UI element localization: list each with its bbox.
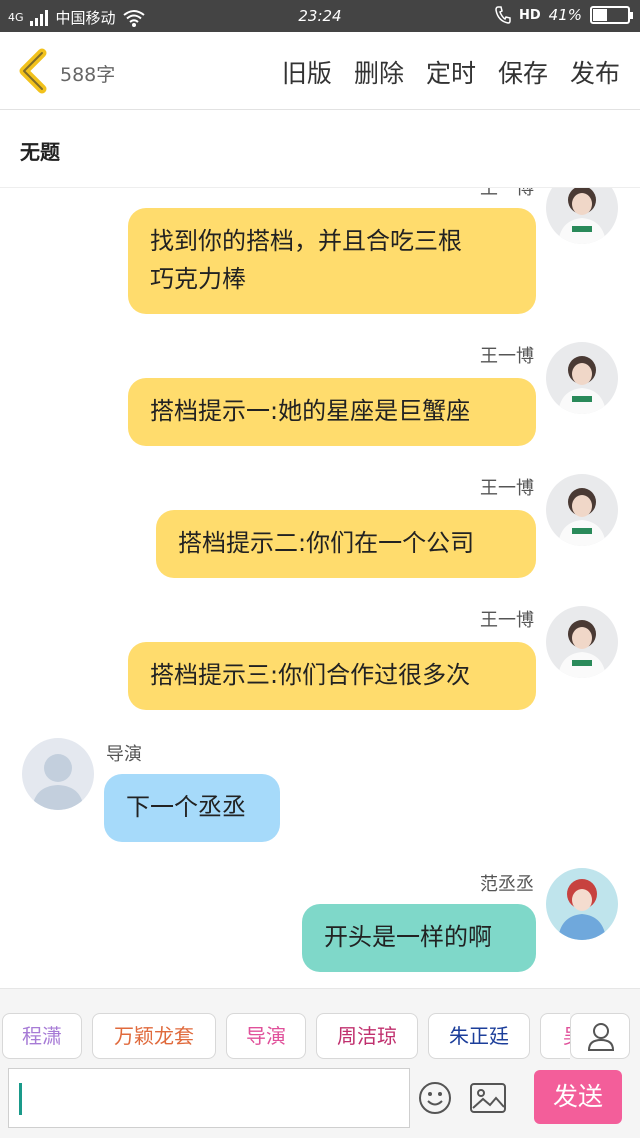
avatar-wang[interactable] bbox=[546, 188, 618, 244]
sender-name: 王一博 bbox=[480, 188, 534, 199]
role-chip[interactable]: 吴 bbox=[540, 1013, 570, 1059]
publish-button[interactable]: 发布 bbox=[570, 54, 620, 90]
emoji-icon[interactable] bbox=[418, 1081, 452, 1115]
role-chip[interactable]: 周洁琼 bbox=[316, 1013, 418, 1059]
message-text-line: 搭档提示三:你们合作过很多次 bbox=[150, 661, 471, 689]
role-chip[interactable]: 导演 bbox=[226, 1013, 306, 1059]
role-chip-row[interactable]: 程潇 万颖龙套 导演 周洁琼 朱正廷 吴 bbox=[0, 1013, 570, 1063]
title-field[interactable]: 无题 bbox=[0, 110, 640, 188]
word-count: 588字 bbox=[60, 64, 116, 86]
old-version-button[interactable]: 旧版 bbox=[282, 54, 332, 90]
avatar-wang[interactable] bbox=[546, 342, 618, 414]
role-chip-label: 周洁琼 bbox=[337, 1024, 397, 1048]
role-chip-label: 程潇 bbox=[22, 1024, 62, 1048]
avatar-wang[interactable] bbox=[546, 474, 618, 546]
message-bubble[interactable]: 开头是一样的啊 bbox=[302, 904, 536, 972]
editor-toolbar: 588字 旧版 删除 定时 保存 发布 bbox=[0, 32, 640, 110]
post-title: 无题 bbox=[20, 140, 60, 164]
chat-message[interactable]: 王一博 搭档提示三:你们合作过很多次 bbox=[0, 606, 640, 716]
avatar-director[interactable] bbox=[22, 738, 94, 810]
battery-percent: 41% bbox=[548, 6, 582, 24]
composer-panel: 程潇 万颖龙套 导演 周洁琼 朱正廷 吴 发送 bbox=[0, 988, 640, 1138]
role-chip[interactable]: 程潇 bbox=[2, 1013, 82, 1059]
message-bubble[interactable]: 搭档提示一:她的星座是巨蟹座 bbox=[128, 378, 536, 446]
schedule-button[interactable]: 定时 bbox=[426, 54, 476, 90]
battery-icon bbox=[590, 6, 633, 24]
delete-button[interactable]: 删除 bbox=[354, 54, 404, 90]
send-button[interactable]: 发送 bbox=[534, 1070, 622, 1124]
message-text-line: 找到你的搭档，并且合吃三根 bbox=[150, 227, 462, 255]
avatar-photo-icon bbox=[546, 606, 618, 678]
avatar-fan[interactable] bbox=[546, 868, 618, 940]
back-button[interactable] bbox=[14, 48, 54, 94]
image-icon[interactable] bbox=[470, 1083, 506, 1113]
chat-message[interactable]: 导演 下一个丞丞 bbox=[0, 738, 640, 848]
save-button[interactable]: 保存 bbox=[498, 54, 548, 90]
phone-icon bbox=[495, 6, 511, 24]
role-chip-label: 吴 bbox=[563, 1024, 570, 1048]
message-bubble[interactable]: 下一个丞丞 bbox=[104, 774, 280, 842]
sender-name: 王一博 bbox=[480, 478, 534, 499]
sender-name: 王一博 bbox=[480, 610, 534, 631]
message-text-line: 下一个丞丞 bbox=[126, 793, 246, 821]
message-text-line: 开头是一样的啊 bbox=[324, 923, 492, 951]
sender-name: 王一博 bbox=[480, 346, 534, 367]
message-text-line: 巧克力棒 bbox=[150, 265, 246, 293]
message-text-line: 搭档提示一:她的星座是巨蟹座 bbox=[150, 397, 471, 425]
back-arrow-icon bbox=[19, 48, 47, 94]
avatar-wang[interactable] bbox=[546, 606, 618, 678]
message-bubble[interactable]: 找到你的搭档，并且合吃三根 巧克力棒 bbox=[128, 208, 536, 314]
chat-area[interactable]: 王一博 找到你的搭档，并且合吃三根 巧克力棒 王一博 搭档提示一:她的星座是巨蟹… bbox=[0, 188, 640, 988]
message-text-line: 搭档提示二:你们在一个公司 bbox=[178, 529, 475, 557]
status-bar: 4G 中国移动 23:24 HD 41% bbox=[0, 0, 640, 32]
default-avatar-icon bbox=[22, 738, 94, 810]
avatar-photo-icon bbox=[546, 342, 618, 414]
sender-name: 导演 bbox=[106, 744, 142, 765]
sender-name: 范丞丞 bbox=[480, 874, 534, 895]
message-bubble[interactable]: 搭档提示三:你们合作过很多次 bbox=[128, 642, 536, 710]
chat-message[interactable]: 范丞丞 开头是一样的啊 bbox=[0, 868, 640, 980]
role-chip[interactable]: 朱正廷 bbox=[428, 1013, 530, 1059]
role-chip-label: 万颖龙套 bbox=[114, 1024, 194, 1048]
chat-message[interactable]: 王一博 搭档提示一:她的星座是巨蟹座 bbox=[0, 342, 640, 452]
chat-message[interactable]: 王一博 搭档提示二:你们在一个公司 bbox=[0, 474, 640, 584]
message-bubble[interactable]: 搭档提示二:你们在一个公司 bbox=[156, 510, 536, 578]
chat-message[interactable]: 王一博 找到你的搭档，并且合吃三根 巧克力棒 bbox=[0, 188, 640, 320]
hd-indicator: HD bbox=[518, 7, 541, 23]
role-chip-label: 朱正廷 bbox=[449, 1024, 509, 1048]
avatar-photo-icon bbox=[546, 188, 618, 244]
text-cursor bbox=[19, 1083, 22, 1115]
person-icon bbox=[587, 1023, 615, 1051]
role-chip-label: 导演 bbox=[246, 1024, 286, 1048]
avatar-photo-icon bbox=[546, 474, 618, 546]
role-chip[interactable]: 万颖龙套 bbox=[92, 1013, 216, 1059]
add-role-button[interactable] bbox=[570, 1013, 630, 1059]
message-input[interactable] bbox=[8, 1068, 410, 1128]
avatar-photo-icon bbox=[546, 868, 618, 940]
